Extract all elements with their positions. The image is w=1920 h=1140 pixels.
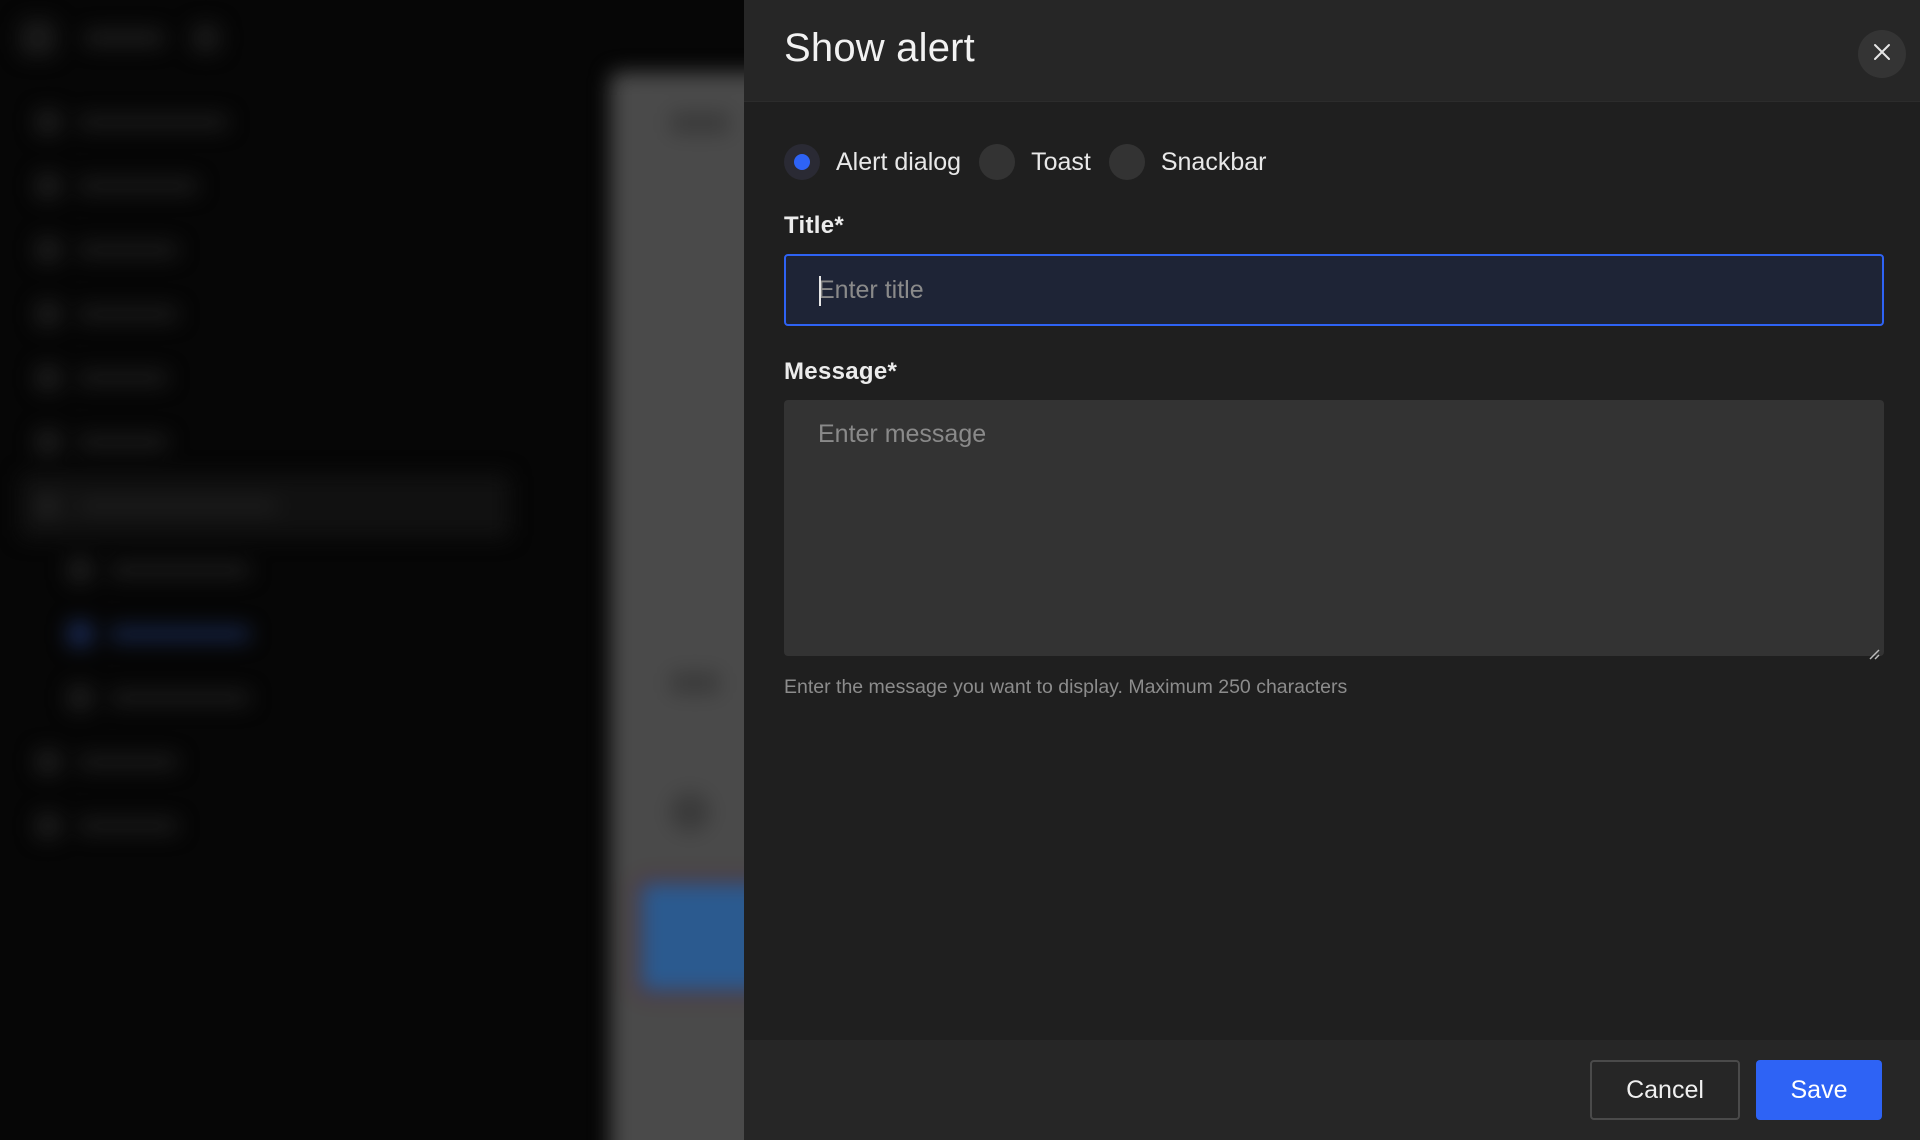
radio-checked-icon	[784, 144, 820, 180]
show-alert-drawer: Show alert Alert dialog Toast Snackbar T…	[744, 0, 1920, 1140]
close-icon	[1873, 43, 1891, 64]
radio-toast[interactable]: Toast	[979, 144, 1091, 180]
background-tree	[20, 90, 510, 858]
radio-alert-dialog[interactable]: Alert dialog	[784, 144, 961, 180]
radio-unchecked-icon	[1108, 144, 1145, 180]
cancel-button[interactable]: Cancel	[1590, 1060, 1740, 1120]
background-canvas	[610, 72, 744, 1140]
radio-label: Snackbar	[1160, 147, 1267, 176]
alert-type-radio-group: Alert dialog Toast Snackbar	[784, 140, 1882, 184]
title-placeholder: Enter title	[818, 275, 924, 304]
radio-unchecked-icon	[979, 144, 1016, 180]
message-help-text: Enter the message you want to display. M…	[784, 676, 1348, 698]
drawer-body: Alert dialog Toast Snackbar Title* Enter…	[744, 102, 1920, 1040]
message-placeholder: Enter message	[818, 420, 987, 448]
radio-label: Alert dialog	[836, 147, 962, 176]
background-topbar	[20, 18, 260, 58]
close-button[interactable]	[1858, 29, 1906, 78]
text-caret	[819, 276, 821, 306]
message-textarea[interactable]: Enter message	[784, 400, 1884, 660]
drawer-header: Show alert	[744, 0, 1920, 102]
title-input[interactable]: Enter title	[784, 254, 1884, 326]
radio-label: Toast	[1031, 147, 1091, 176]
message-label: Message*	[784, 358, 898, 385]
drawer-title: Show alert	[784, 26, 975, 70]
radio-snackbar[interactable]: Snackbar	[1108, 144, 1267, 180]
title-label: Title*	[784, 212, 845, 239]
blurred-background	[0, 0, 744, 1140]
resize-handle-icon[interactable]	[1866, 638, 1880, 660]
save-button[interactable]: Save	[1756, 1060, 1882, 1120]
drawer-footer: Cancel Save	[744, 1040, 1920, 1140]
